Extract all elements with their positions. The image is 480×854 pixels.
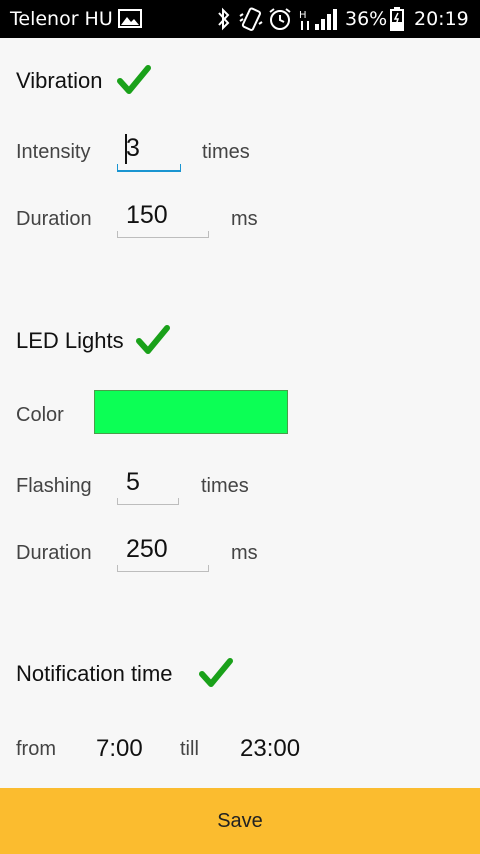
- save-button[interactable]: Save: [0, 788, 480, 854]
- bluetooth-icon: [218, 7, 230, 31]
- settings-content[interactable]: Vibration Intensity 3 times Duration 150…: [0, 38, 480, 788]
- alarm-icon: [269, 8, 291, 30]
- hspa-icon: H: [299, 10, 309, 30]
- color-label: Color: [16, 404, 64, 426]
- signal-icon: [315, 9, 337, 30]
- led-color-picker[interactable]: [94, 390, 288, 434]
- vibrate-icon: [239, 7, 263, 31]
- battery-icon: [390, 7, 404, 31]
- notification-time-title: Notification time: [16, 661, 173, 686]
- status-bar: Telenor HU H 36% 20:19: [0, 0, 480, 38]
- gallery-icon: [118, 9, 142, 28]
- vibration-check-icon[interactable]: [117, 64, 151, 96]
- led-duration-label: Duration: [16, 542, 92, 564]
- till-time-button[interactable]: 23:00: [240, 735, 300, 763]
- intensity-label: Intensity: [16, 141, 91, 163]
- flashing-label: Flashing: [16, 475, 92, 497]
- status-clock: 20:19: [414, 8, 469, 30]
- vibration-title: Vibration: [16, 68, 103, 93]
- led-duration-unit: ms: [231, 542, 258, 564]
- svg-text:H: H: [299, 10, 307, 21]
- intensity-unit: times: [202, 141, 250, 163]
- led-title: LED Lights: [16, 328, 124, 353]
- flashing-unit: times: [201, 475, 249, 497]
- vibration-duration-input[interactable]: 150: [117, 199, 209, 238]
- carrier-name: Telenor HU: [10, 8, 113, 30]
- battery-percent: 36%: [345, 8, 388, 30]
- till-label: till: [180, 738, 199, 760]
- flashing-input[interactable]: 5: [117, 466, 179, 505]
- flashing-value: 5: [126, 468, 140, 496]
- from-label: from: [16, 738, 56, 760]
- intensity-input[interactable]: 3: [117, 132, 181, 172]
- vibration-duration-label: Duration: [16, 208, 92, 230]
- vibration-duration-value: 150: [126, 201, 168, 229]
- from-time-button[interactable]: 7:00: [96, 735, 143, 763]
- notification-time-check-icon[interactable]: [199, 657, 233, 689]
- led-check-icon[interactable]: [136, 324, 170, 356]
- led-duration-value: 250: [126, 535, 168, 563]
- led-duration-input[interactable]: 250: [117, 533, 209, 572]
- vibration-duration-unit: ms: [231, 208, 258, 230]
- intensity-value: 3: [126, 134, 140, 162]
